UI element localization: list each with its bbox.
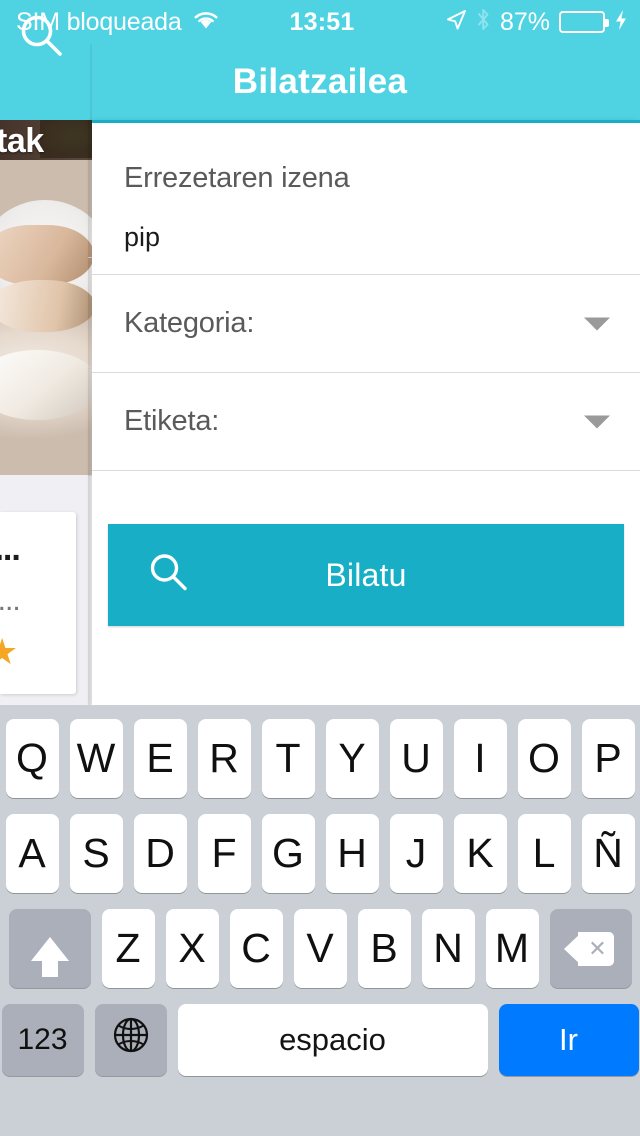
key-enye[interactable]: Ñ <box>581 814 635 893</box>
key-s[interactable]: S <box>69 814 123 893</box>
page-title: Bilatzailea <box>232 62 408 101</box>
key-u[interactable]: U <box>389 719 443 798</box>
key-p[interactable]: P <box>581 719 635 798</box>
key-w[interactable]: W <box>69 719 123 798</box>
key-h[interactable]: H <box>325 814 379 893</box>
key-j[interactable]: J <box>389 814 443 893</box>
clock: 13:51 <box>289 7 355 36</box>
key-z[interactable]: Z <box>101 909 155 988</box>
wifi-icon <box>192 9 220 35</box>
backspace-icon: ✕ <box>563 931 614 966</box>
recipe-card-title: i... <box>0 530 21 568</box>
key-x[interactable]: X <box>165 909 219 988</box>
location-arrow-icon <box>445 9 467 36</box>
key-f[interactable]: F <box>197 814 251 893</box>
key-g[interactable]: G <box>261 814 315 893</box>
chevron-down-icon[interactable] <box>584 317 610 330</box>
key-t[interactable]: T <box>261 719 315 798</box>
nav-search-button[interactable] <box>12 10 72 66</box>
globe-icon <box>109 1013 153 1067</box>
shift-key[interactable] <box>8 909 91 988</box>
nav-panel-seam <box>90 44 92 120</box>
photo-food-2 <box>0 280 92 332</box>
recipe-name-label: Errezetaren izena <box>124 162 350 194</box>
tag-field-row[interactable]: Etiketa: <box>92 373 640 471</box>
key-y[interactable]: Y <box>325 719 379 798</box>
lightning-bolt-icon <box>614 9 628 36</box>
search-icon <box>146 550 192 601</box>
photo-food-3 <box>0 350 92 420</box>
onscreen-keyboard: Q W E R T Y U I O P A S D F G H J K L Ñ <box>0 705 640 1136</box>
key-c[interactable]: C <box>229 909 283 988</box>
return-key[interactable]: Ir <box>498 1004 639 1076</box>
recipe-name-field-row[interactable]: Errezetaren izena pip <box>92 120 640 275</box>
keyboard-row-1: Q W E R T Y U I O P <box>0 719 640 798</box>
key-q[interactable]: Q <box>5 719 59 798</box>
app-screen: tak i... 0... ★ SIM bloqueada <box>0 0 640 1136</box>
key-o[interactable]: O <box>517 719 571 798</box>
recipe-photo[interactable]: tak <box>0 120 92 475</box>
status-bar-right: 87% <box>354 8 640 37</box>
bluetooth-icon <box>476 8 491 36</box>
key-n[interactable]: N <box>421 909 475 988</box>
key-l[interactable]: L <box>517 814 571 893</box>
chevron-down-icon[interactable] <box>584 415 610 428</box>
recipe-photo-title: tak <box>0 122 44 160</box>
key-e[interactable]: E <box>133 719 187 798</box>
keyboard-row-2: A S D F G H J K L Ñ <box>0 814 640 893</box>
key-r[interactable]: R <box>197 719 251 798</box>
keyboard-row-3: Z X C V B N M ✕ <box>0 909 640 988</box>
star-icon: ★ <box>0 631 19 672</box>
photo-food-1 <box>0 225 92 285</box>
key-b[interactable]: B <box>357 909 411 988</box>
battery-icon <box>559 11 610 33</box>
search-submit-button[interactable]: Bilatu <box>108 524 624 626</box>
numbers-key[interactable]: 123 <box>1 1004 84 1076</box>
recipe-card[interactable]: i... 0... ★ <box>0 512 76 694</box>
key-k[interactable]: K <box>453 814 507 893</box>
key-d[interactable]: D <box>133 814 187 893</box>
shift-arrow-icon <box>30 936 69 977</box>
search-icon <box>17 11 67 66</box>
key-i[interactable]: I <box>453 719 507 798</box>
globe-key[interactable] <box>94 1004 167 1076</box>
recipe-card-subtitle: 0... <box>0 584 21 617</box>
recipe-name-input[interactable]: pip <box>124 222 160 253</box>
category-label: Kategoria: <box>124 307 255 339</box>
tag-label: Etiketa: <box>124 405 220 437</box>
backspace-key[interactable]: ✕ <box>549 909 632 988</box>
status-bar: SIM bloqueada 13:51 87% <box>0 0 640 44</box>
key-a[interactable]: A <box>5 814 59 893</box>
navigation-bar: Bilatzailea <box>0 44 640 120</box>
battery-percent-label: 87% <box>499 7 551 36</box>
key-v[interactable]: V <box>293 909 347 988</box>
key-m[interactable]: M <box>485 909 539 988</box>
keyboard-row-4: 123 espacio Ir <box>0 1004 640 1076</box>
category-field-row[interactable]: Kategoria: <box>92 275 640 373</box>
space-key[interactable]: espacio <box>177 1004 488 1076</box>
